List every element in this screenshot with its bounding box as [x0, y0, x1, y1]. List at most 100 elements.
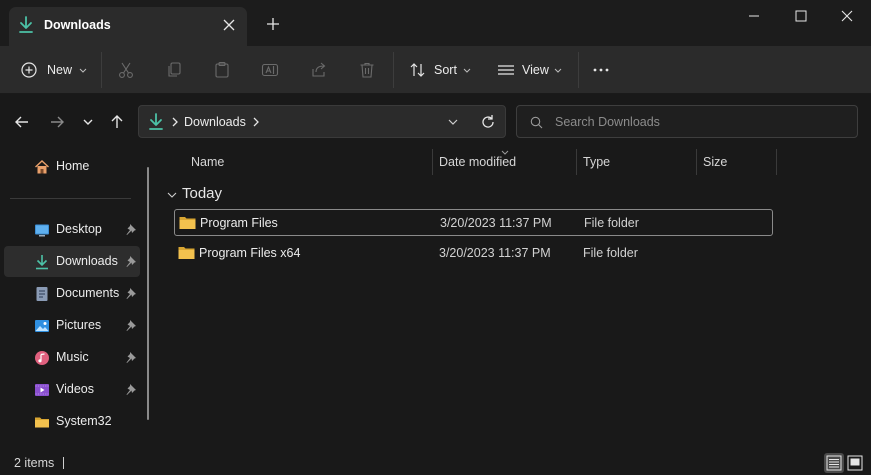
sidebar-scrollbar[interactable]	[147, 167, 149, 420]
plus-circle-icon	[21, 62, 37, 78]
file-type: File folder	[583, 246, 638, 260]
sidebar-divider	[10, 198, 131, 199]
title-bar: Downloads	[0, 0, 871, 46]
details-view-icon	[826, 455, 842, 471]
search-icon	[530, 116, 543, 129]
folder-icon	[179, 217, 196, 229]
sidebar-item-label: Music	[56, 350, 89, 364]
chevron-down-icon	[554, 68, 562, 73]
copy-button[interactable]	[165, 54, 183, 86]
paste-icon	[215, 61, 229, 78]
toolbar-divider	[578, 52, 579, 88]
view-button-label: View	[522, 63, 549, 77]
delete-button[interactable]	[358, 54, 376, 86]
column-header-date-modified[interactable]: Date modified	[439, 155, 516, 169]
chevron-right-icon[interactable]	[251, 116, 261, 128]
folder-icon	[178, 247, 195, 259]
pin-icon[interactable]	[125, 383, 137, 395]
delete-icon	[360, 62, 374, 78]
sidebar-item-videos[interactable]: Videos	[4, 374, 140, 405]
large-icons-view-button[interactable]	[845, 453, 865, 473]
sidebar-item-system32[interactable]: System32	[4, 406, 140, 437]
sidebar-item-label: Desktop	[56, 222, 102, 236]
sidebar-item-home[interactable]: Home	[4, 151, 140, 182]
rename-icon	[261, 63, 279, 77]
sidebar-item-music[interactable]: Music	[4, 342, 140, 373]
pictures-icon	[35, 320, 49, 332]
sidebar-item-desktop[interactable]: Desktop	[4, 214, 140, 245]
column-header-size[interactable]: Size	[703, 155, 727, 169]
sort-icon	[410, 63, 425, 77]
column-header-name[interactable]: Name	[191, 155, 224, 169]
new-button[interactable]: New	[20, 54, 89, 86]
copy-icon	[168, 62, 181, 77]
sort-button-label: Sort	[434, 63, 457, 77]
sort-button[interactable]: Sort	[409, 54, 473, 86]
file-type: File folder	[584, 216, 639, 230]
back-arrow-icon[interactable]	[11, 111, 33, 133]
column-header-type[interactable]: Type	[583, 155, 610, 169]
breadcrumb-downloads[interactable]: Downloads	[184, 115, 246, 129]
refresh-icon[interactable]	[478, 112, 498, 132]
sidebar-item-pictures[interactable]: Pictures	[4, 310, 140, 341]
recent-locations-icon[interactable]	[77, 111, 99, 133]
toolbar-divider	[101, 52, 102, 88]
minimize-icon[interactable]	[731, 4, 777, 28]
folder-icon	[35, 417, 49, 428]
pin-icon[interactable]	[125, 351, 137, 363]
share-button[interactable]	[310, 54, 328, 86]
pin-icon[interactable]	[125, 255, 137, 267]
more-icon	[593, 68, 609, 72]
rename-button[interactable]	[261, 54, 279, 86]
file-name: Program Files	[200, 216, 278, 230]
download-icon	[36, 255, 48, 270]
view-icon	[498, 65, 514, 75]
music-icon	[35, 351, 49, 365]
paste-button[interactable]	[213, 54, 231, 86]
file-row[interactable]: Program Files x64 3/20/2023 11:37 PM Fil…	[174, 240, 773, 267]
toolbar-divider	[393, 52, 394, 88]
search-box[interactable]	[516, 105, 858, 138]
pin-icon[interactable]	[125, 287, 137, 299]
sidebar-item-label: Home	[56, 159, 90, 173]
documents-icon	[36, 287, 48, 301]
tab-downloads[interactable]: Downloads	[9, 7, 247, 46]
maximize-icon[interactable]	[778, 4, 824, 28]
pin-icon[interactable]	[125, 223, 137, 235]
column-divider[interactable]	[432, 149, 433, 175]
file-row[interactable]: Program Files 3/20/2023 11:37 PM File fo…	[174, 209, 773, 236]
navigation-pane: Home Desktop Downloads Documents Picture…	[0, 149, 156, 450]
cut-button[interactable]	[117, 54, 135, 86]
search-input[interactable]	[555, 112, 845, 132]
new-button-label: New	[47, 63, 73, 77]
close-tab-icon[interactable]	[219, 15, 239, 35]
file-list: Name Date modified Type Size Today Progr…	[156, 149, 871, 450]
pin-icon[interactable]	[125, 319, 137, 331]
chevron-right-icon[interactable]	[170, 116, 180, 128]
column-divider[interactable]	[696, 149, 697, 175]
details-view-button[interactable]	[824, 453, 844, 473]
sidebar-item-label: System32	[56, 414, 112, 428]
see-more-button[interactable]	[592, 54, 610, 86]
sidebar-item-label: Documents	[56, 286, 120, 300]
column-divider[interactable]	[576, 149, 577, 175]
close-window-icon[interactable]	[824, 4, 870, 28]
up-arrow-icon[interactable]	[106, 111, 128, 133]
column-divider[interactable]	[776, 149, 777, 175]
chevron-down-icon	[79, 68, 87, 73]
sidebar-item-downloads[interactable]: Downloads	[4, 246, 140, 277]
status-bar: 2 items	[0, 450, 871, 475]
forward-arrow-icon[interactable]	[46, 111, 68, 133]
chevron-down-icon[interactable]	[445, 114, 461, 130]
address-bar[interactable]: Downloads	[138, 105, 506, 138]
sidebar-item-documents[interactable]: Documents	[4, 278, 140, 309]
view-button[interactable]: View	[497, 54, 564, 86]
new-tab-icon[interactable]	[263, 14, 283, 34]
download-icon	[149, 113, 163, 130]
file-date-modified: 3/20/2023 11:37 PM	[439, 246, 551, 260]
cut-icon	[119, 62, 133, 78]
sidebar-item-label: Downloads	[56, 254, 118, 268]
chevron-down-icon	[463, 68, 471, 73]
chevron-down-icon	[167, 192, 177, 198]
command-bar: New Sort View	[0, 46, 871, 94]
